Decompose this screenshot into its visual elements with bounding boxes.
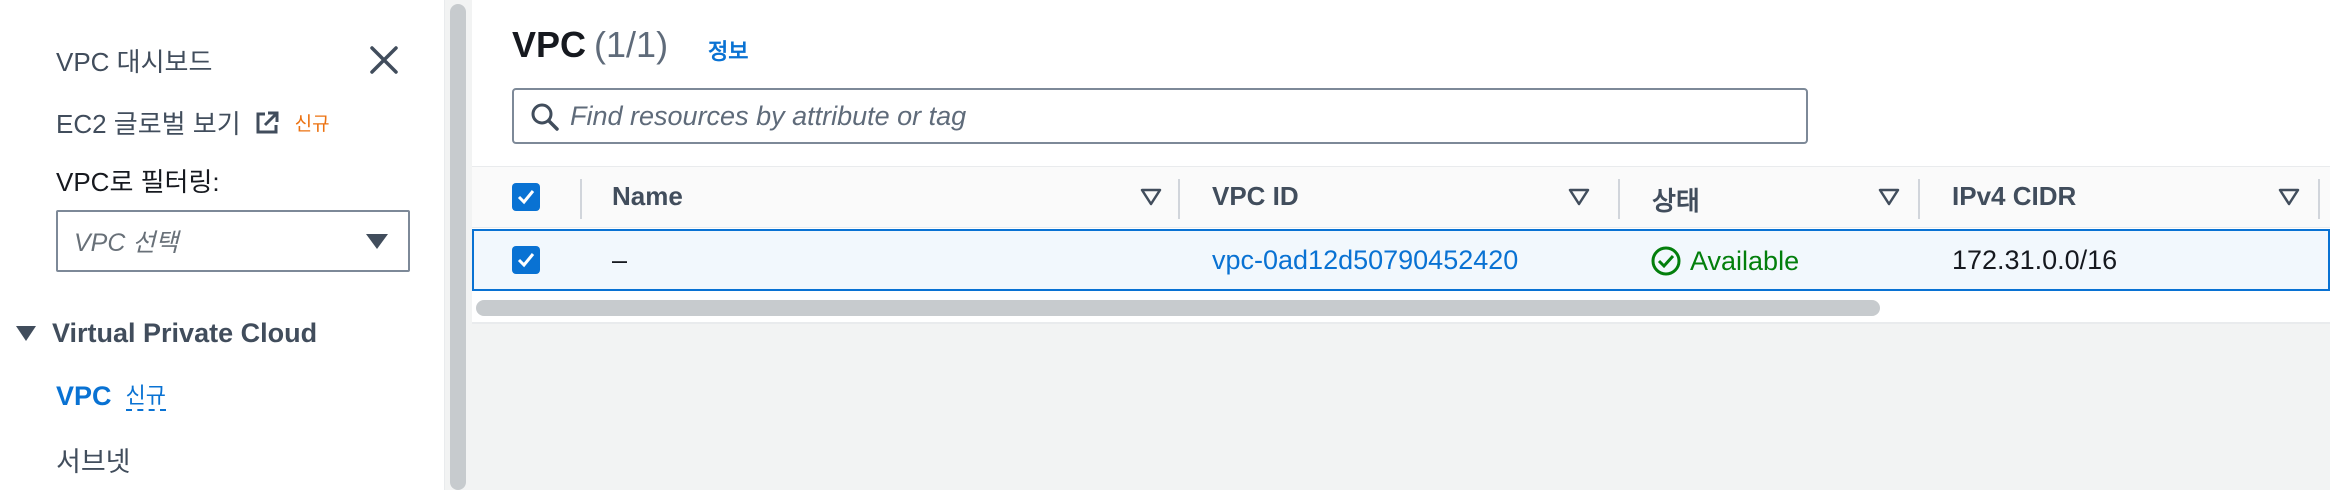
table-horizontal-scrollbar[interactable]	[476, 300, 1880, 316]
cell-status: Available	[1650, 245, 1799, 277]
page-title: VPC (1/1)	[512, 24, 668, 66]
check-icon	[517, 190, 535, 205]
table-row[interactable]: – vpc-0ad12d50790452420 Available 172.31…	[472, 229, 2330, 291]
new-badge: 신규	[294, 114, 330, 135]
external-link-icon	[256, 111, 279, 133]
caret-down-icon	[366, 234, 388, 249]
check-icon	[517, 253, 535, 268]
info-link[interactable]: 정보	[708, 34, 748, 66]
column-header-ipv4-cidr[interactable]: IPv4 CIDR	[1952, 181, 2076, 212]
table-header: Name VPC ID 상태 IPv4 CIDR	[472, 166, 2330, 228]
caret-down-icon	[16, 326, 36, 341]
filter-label: VPC로 필터링:	[56, 167, 220, 197]
column-header-status[interactable]: 상태	[1652, 181, 1700, 218]
sort-icon[interactable]	[1568, 187, 1590, 207]
section-title: Virtual Private Cloud	[52, 318, 318, 348]
vpc-filter-select[interactable]: VPC 선택	[56, 210, 410, 272]
vpc-dashboard-link[interactable]: VPC 대시보드	[56, 42, 212, 79]
row-checkbox[interactable]	[512, 246, 540, 274]
sort-icon[interactable]	[1140, 187, 1162, 207]
column-divider	[1918, 179, 1920, 219]
sort-icon[interactable]	[2278, 187, 2300, 207]
search-placeholder: Find resources by attribute or tag	[570, 100, 967, 131]
search-input[interactable]: Find resources by attribute or tag	[512, 88, 1808, 144]
sidebar-item-label: VPC	[56, 381, 112, 411]
ec2-global-view-link[interactable]: EC2 글로벌 보기 신규	[56, 104, 330, 141]
sidebar-item-subnets[interactable]: 서브넷	[56, 440, 131, 479]
select-all-checkbox[interactable]	[512, 183, 540, 211]
column-divider	[1618, 179, 1620, 219]
ec2-global-view-label: EC2 글로벌 보기	[56, 109, 241, 139]
section-header-virtual-private-cloud[interactable]: Virtual Private Cloud	[16, 318, 317, 349]
main-content: VPC (1/1) 정보 Find resources by attribute …	[472, 0, 2330, 490]
column-divider	[2318, 179, 2320, 219]
vpc-dashboard-label: VPC 대시보드	[56, 47, 213, 77]
column-header-vpc-id[interactable]: VPC ID	[1212, 181, 1299, 212]
new-badge: 신규	[125, 383, 167, 411]
cell-name: –	[612, 245, 628, 275]
close-icon[interactable]	[364, 40, 404, 80]
column-header-name[interactable]: Name	[612, 181, 683, 212]
resource-count: (1/1)	[594, 24, 669, 65]
column-divider	[580, 179, 582, 219]
vpc-filter-placeholder: VPC 선택	[74, 229, 179, 257]
sort-icon[interactable]	[1878, 187, 1900, 207]
sidebar-item-label: 서브넷	[56, 447, 131, 477]
status-ok-icon	[1651, 246, 1681, 276]
cell-vpc-id-link[interactable]: vpc-0ad12d50790452420	[1212, 245, 1518, 276]
status-text: Available	[1690, 245, 1800, 276]
sidebar-scrollbar[interactable]	[450, 4, 466, 490]
page-title-text: VPC	[512, 24, 587, 65]
search-icon	[531, 103, 559, 131]
side-navigation: VPC 대시보드 EC2 글로벌 보기 신규 VPC로 필터링: VPC 선택 …	[0, 0, 444, 490]
column-divider	[1178, 179, 1180, 219]
cell-ipv4-cidr: 172.31.0.0/16	[1952, 245, 2118, 275]
vpc-table-container: VPC (1/1) 정보 Find resources by attribute …	[472, 0, 2330, 324]
sidebar-item-vpc[interactable]: VPC 신규	[56, 381, 167, 412]
